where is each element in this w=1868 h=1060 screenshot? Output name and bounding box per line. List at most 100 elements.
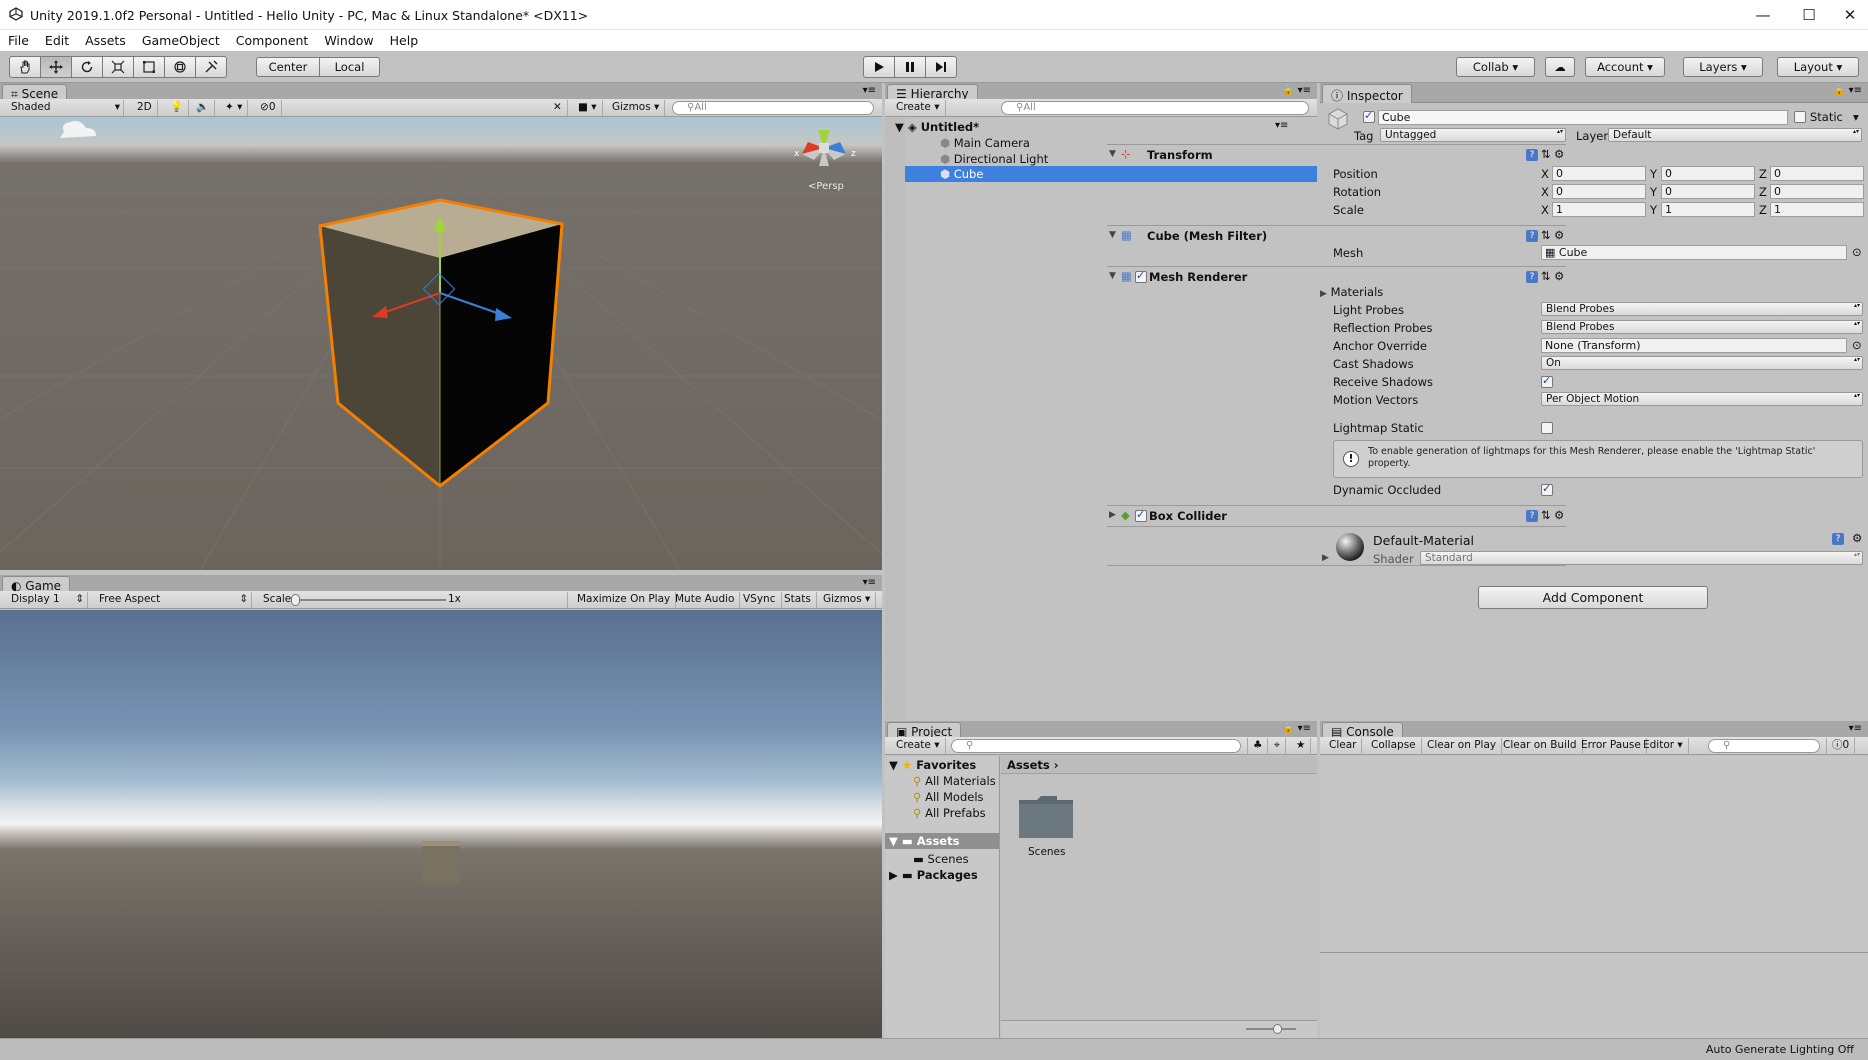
scale-slider[interactable]: Scale 1x bbox=[258, 592, 568, 608]
minimize-button[interactable]: — bbox=[1740, 0, 1786, 30]
lightmap-static-checkbox[interactable] bbox=[1541, 422, 1553, 434]
scene-viewport[interactable]: x z <Persp bbox=[0, 118, 882, 570]
hand-icon[interactable] bbox=[9, 56, 41, 78]
pause-icon[interactable] bbox=[894, 56, 926, 78]
audio-toggle-icon[interactable]: 🔈 bbox=[191, 100, 216, 116]
help-icon[interactable]: ? bbox=[1526, 149, 1538, 161]
lighting-status-text[interactable]: Auto Generate Lighting Off bbox=[1706, 1043, 1854, 1056]
mesh-filter-header[interactable]: ▼ ▦ Cube (Mesh Filter) ? ⇅ ⚙ bbox=[1107, 225, 1566, 244]
game-gizmos-dropdown[interactable]: Gizmos ▾ bbox=[818, 592, 877, 608]
account-button[interactable]: Account ▾ bbox=[1585, 57, 1665, 77]
favorites-folder[interactable]: ▼ ★ Favorites bbox=[889, 758, 976, 772]
scene-root-row[interactable]: ▼ ◈ Untitled* bbox=[895, 120, 979, 134]
tab-inspector[interactable]: ⓘ Inspector bbox=[1322, 84, 1412, 103]
hierarchy-item-main-camera[interactable]: ⬢ Main Camera bbox=[940, 136, 1030, 150]
step-icon[interactable] bbox=[925, 56, 957, 78]
layers-button[interactable]: Layers ▾ bbox=[1683, 57, 1763, 77]
material-foldout[interactable]: ▶ bbox=[1322, 553, 1329, 563]
menu-component[interactable]: Component bbox=[228, 30, 317, 48]
rect-tool-icon[interactable] bbox=[133, 56, 165, 78]
close-button[interactable]: ✕ bbox=[1832, 0, 1868, 30]
assets-folder[interactable]: ▼ ▬ Assets bbox=[885, 833, 999, 849]
reflection-probes-dropdown[interactable]: Blend Probes bbox=[1541, 320, 1863, 334]
favorite-all-materials[interactable]: ⚲ All Materials bbox=[913, 774, 996, 788]
panel-menu-icon[interactable]: 🔒 ▾≡ bbox=[1282, 85, 1311, 96]
project-search-input[interactable]: ⚲ bbox=[951, 739, 1241, 753]
packages-folder[interactable]: ▶ ▬ Packages bbox=[889, 868, 978, 882]
icon-size-slider[interactable] bbox=[1246, 1028, 1296, 1030]
help-icon[interactable]: ? bbox=[1526, 230, 1538, 242]
scene-search-input[interactable]: ⚲All bbox=[672, 101, 874, 115]
console-editor-dropdown[interactable]: Editor ▾ bbox=[1638, 738, 1689, 754]
scale-icon[interactable] bbox=[102, 56, 134, 78]
menu-file[interactable]: File bbox=[0, 30, 37, 48]
transform-icon[interactable] bbox=[164, 56, 196, 78]
scale-x-field[interactable]: 1 bbox=[1552, 202, 1646, 217]
shader-dropdown[interactable]: Standard bbox=[1420, 551, 1863, 565]
preset-icon[interactable]: ⇅ bbox=[1541, 147, 1551, 161]
object-picker-icon[interactable]: ⊙ bbox=[1852, 245, 1862, 259]
console-collapse-toggle[interactable]: Collapse bbox=[1366, 738, 1422, 754]
panel-menu-icon[interactable]: ▾≡ bbox=[1849, 723, 1862, 734]
pivot-center-button[interactable]: Center bbox=[256, 57, 320, 77]
gizmos-dropdown[interactable]: Gizmos ▾ bbox=[607, 100, 666, 116]
static-dropdown-icon[interactable]: ▾ bbox=[1853, 110, 1859, 124]
console-clear-on-play-toggle[interactable]: Clear on Play bbox=[1422, 738, 1503, 754]
mesh-renderer-header[interactable]: ▼ ▦ Mesh Renderer ? ⇅ ⚙ bbox=[1107, 266, 1566, 285]
panel-menu-icon[interactable]: 🔒 ▾≡ bbox=[1282, 723, 1311, 734]
transform-header[interactable]: ▼ ⊹ Transform ? ⇅ ⚙ bbox=[1107, 144, 1566, 163]
materials-foldout[interactable]: ▶ Materials bbox=[1320, 285, 1383, 299]
light-probes-dropdown[interactable]: Blend Probes bbox=[1541, 302, 1863, 316]
2d-toggle[interactable]: 2D bbox=[132, 100, 158, 116]
effects-dropdown-icon[interactable]: ✦ ▾ bbox=[220, 100, 249, 116]
layout-button[interactable]: Layout ▾ bbox=[1777, 57, 1859, 77]
dynamic-occluded-checkbox[interactable] bbox=[1541, 482, 1553, 496]
lighting-toggle-icon[interactable]: 💡 bbox=[165, 100, 190, 116]
cast-shadows-dropdown[interactable]: On bbox=[1541, 356, 1863, 370]
scale-z-field[interactable]: 1 bbox=[1770, 202, 1864, 217]
scale-y-field[interactable]: 1 bbox=[1661, 202, 1755, 217]
maximize-on-play-toggle[interactable]: Maximize On Play bbox=[572, 592, 677, 608]
mesh-field[interactable]: ▦ Cube bbox=[1541, 245, 1847, 260]
console-search-input[interactable]: ⚲ bbox=[1708, 739, 1820, 753]
perspective-label[interactable]: <Persp bbox=[808, 181, 844, 192]
box-collider-header[interactable]: ▶ ◆ Box Collider ? ⇅ ⚙ bbox=[1107, 505, 1566, 524]
help-icon[interactable]: ? bbox=[1526, 510, 1538, 522]
console-info-count[interactable]: ⓘ0 bbox=[1826, 738, 1856, 754]
favorite-all-models[interactable]: ⚲ All Models bbox=[913, 790, 984, 804]
maximize-button[interactable]: ☐ bbox=[1786, 0, 1832, 30]
scene-menu-icon[interactable]: ▾≡ bbox=[1275, 120, 1288, 131]
object-name-input[interactable]: Cube bbox=[1378, 110, 1788, 125]
motion-vectors-dropdown[interactable]: Per Object Motion bbox=[1541, 392, 1863, 406]
filter-label-icon[interactable]: ⌖ bbox=[1269, 738, 1286, 754]
favorite-all-prefabs[interactable]: ⚲ All Prefabs bbox=[913, 806, 986, 820]
hierarchy-create-button[interactable]: Create ▾ bbox=[891, 100, 946, 116]
icon-size-slider-thumb[interactable] bbox=[1273, 1024, 1282, 1034]
menu-assets[interactable]: Assets bbox=[77, 30, 134, 48]
display-dropdown[interactable]: Display 1 ⇕ bbox=[6, 592, 88, 608]
scenes-folder-tile[interactable]: Scenes bbox=[1017, 792, 1075, 858]
move-icon[interactable] bbox=[40, 56, 72, 78]
box-collider-enabled-checkbox[interactable] bbox=[1135, 508, 1147, 522]
mute-audio-toggle[interactable]: Mute Audio bbox=[670, 592, 741, 608]
settings-gear-icon[interactable]: ⚙ bbox=[1554, 147, 1564, 161]
shading-mode-dropdown[interactable]: Shaded ▾ bbox=[6, 100, 124, 116]
cloud-icon[interactable]: ☁ bbox=[1545, 57, 1575, 77]
stats-toggle[interactable]: Stats bbox=[779, 592, 817, 608]
tools-settings-icon[interactable]: ✕ bbox=[548, 100, 568, 116]
play-icon[interactable] bbox=[863, 56, 895, 78]
menu-gameobject[interactable]: GameObject bbox=[134, 30, 228, 48]
preset-icon[interactable]: ⇅ bbox=[1541, 228, 1551, 242]
active-checkbox[interactable] bbox=[1363, 109, 1375, 123]
position-x-field[interactable]: 0 bbox=[1552, 166, 1646, 181]
mesh-renderer-enabled-checkbox[interactable] bbox=[1135, 269, 1147, 283]
assets-breadcrumb[interactable]: Assets › bbox=[1007, 758, 1058, 772]
collab-button[interactable]: Collab ▾ bbox=[1456, 57, 1535, 77]
console-error-pause-toggle[interactable]: Error Pause bbox=[1576, 738, 1647, 754]
menu-help[interactable]: Help bbox=[382, 30, 427, 48]
settings-gear-icon[interactable]: ⚙ bbox=[1554, 269, 1564, 283]
hidden-objects-toggle[interactable]: ⊘0 bbox=[255, 100, 282, 116]
rotation-y-field[interactable]: 0 bbox=[1661, 184, 1755, 199]
hierarchy-search-input[interactable]: ⚲All bbox=[1001, 101, 1309, 115]
vsync-toggle[interactable]: VSync bbox=[738, 592, 782, 608]
